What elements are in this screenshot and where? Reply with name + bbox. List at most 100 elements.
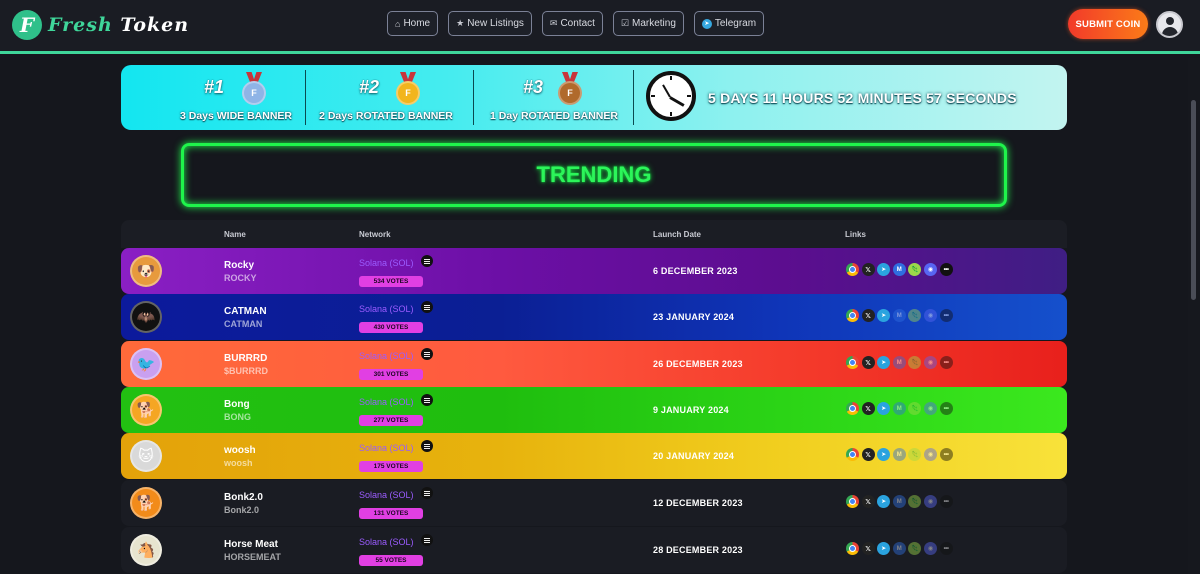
- coin-logo-glyph: 🐱: [138, 448, 154, 465]
- dexscreener-icon[interactable]: 🦎: [908, 542, 922, 555]
- x-twitter-icon[interactable]: 𝕏: [861, 448, 875, 461]
- logo-word-1: Fresh: [48, 14, 113, 36]
- nav-home-button[interactable]: ⌂ Home: [387, 11, 439, 36]
- table-row[interactable]: 🐴 Horse Meat HORSEMEAT Solana (SOL) 55 V…: [121, 527, 1067, 573]
- coin-network: Solana (SOL): [359, 443, 414, 453]
- coin-logo-glyph: 🦇: [136, 309, 156, 326]
- main-nav: ⌂ Home ★ New Listings ✉ Contact ☑ Market…: [387, 11, 765, 36]
- scrollbar-thumb[interactable]: [1191, 100, 1196, 300]
- dexscreener-icon[interactable]: 🦎: [908, 309, 922, 322]
- discord-icon[interactable]: ◉: [923, 309, 937, 322]
- coin-symbol: Bonk2.0: [224, 505, 260, 515]
- website-icon[interactable]: [846, 542, 859, 555]
- discord-icon[interactable]: ◉: [923, 542, 937, 555]
- submit-coin-button[interactable]: SUBMIT COIN: [1068, 9, 1148, 39]
- x-twitter-icon[interactable]: 𝕏: [861, 542, 875, 555]
- solana-icon: [421, 255, 433, 267]
- x-twitter-icon[interactable]: 𝕏: [861, 309, 875, 322]
- vote-count-button[interactable]: 301 VOTES: [359, 369, 423, 380]
- more-icon[interactable]: •••: [939, 263, 953, 276]
- nav-telegram-button[interactable]: ➤ Telegram: [693, 11, 765, 36]
- dexscreener-icon[interactable]: 🦎: [908, 356, 922, 369]
- more-icon[interactable]: •••: [939, 356, 953, 369]
- nav-telegram-label: Telegram: [714, 18, 757, 29]
- dexscreener-icon[interactable]: 🦎: [908, 402, 922, 415]
- more-icon[interactable]: •••: [939, 542, 953, 555]
- coinmarketcap-icon[interactable]: M: [892, 495, 906, 508]
- vote-count-button[interactable]: 55 VOTES: [359, 555, 423, 566]
- vote-count-button[interactable]: 534 VOTES: [359, 276, 423, 287]
- telegram-icon[interactable]: ➤: [877, 263, 891, 276]
- telegram-icon[interactable]: ➤: [877, 356, 891, 369]
- launch-date: 20 JANUARY 2024: [653, 451, 735, 461]
- website-icon[interactable]: [846, 263, 859, 276]
- site-logo[interactable]: F Fresh Token: [12, 10, 189, 40]
- vote-count-button[interactable]: 131 VOTES: [359, 508, 423, 519]
- coin-name: CATMAN: [224, 306, 267, 317]
- website-icon[interactable]: [846, 356, 859, 369]
- table-row[interactable]: 🐱 woosh woosh Solana (SOL) 175 VOTES 20 …: [121, 433, 1067, 479]
- nav-new-listings-label: New Listings: [467, 18, 524, 29]
- discord-icon[interactable]: ◉: [923, 402, 937, 415]
- discord-icon[interactable]: ◉: [923, 448, 937, 461]
- promo-slot-3[interactable]: #3 F 1 Day ROTATED BANNER: [479, 65, 629, 130]
- table-row[interactable]: 🐕 Bonk2.0 Bonk2.0 Solana (SOL) 131 VOTES…: [121, 480, 1067, 526]
- more-icon[interactable]: •••: [939, 309, 953, 322]
- slot-divider: [473, 70, 474, 125]
- coin-links: 𝕏 ➤ M 🦎 ◉ •••: [846, 542, 953, 555]
- dexscreener-icon[interactable]: 🦎: [908, 448, 922, 461]
- coin-network: Solana (SOL): [359, 258, 414, 268]
- website-icon[interactable]: [846, 309, 859, 322]
- table-row[interactable]: 🐕 Bong BONG Solana (SOL) 277 VOTES 9 JAN…: [121, 387, 1067, 433]
- promo-banner[interactable]: #1 F 3 Days WIDE BANNER #2 F 2 Days ROTA…: [121, 65, 1067, 130]
- coinmarketcap-icon[interactable]: M: [892, 448, 906, 461]
- telegram-icon[interactable]: ➤: [877, 309, 891, 322]
- discord-icon[interactable]: ◉: [923, 263, 937, 276]
- table-row[interactable]: 🐶 Rocky ROCKY Solana (SOL) 534 VOTES 6 D…: [121, 248, 1067, 294]
- promo-slot-1[interactable]: #1 F 3 Days WIDE BANNER: [161, 65, 311, 130]
- telegram-icon[interactable]: ➤: [877, 402, 891, 415]
- x-twitter-icon[interactable]: 𝕏: [861, 356, 875, 369]
- solana-icon: [421, 534, 433, 546]
- discord-icon[interactable]: ◉: [923, 495, 937, 508]
- promo-slot-2[interactable]: #2 F 2 Days ROTATED BANNER: [311, 65, 461, 130]
- x-twitter-icon[interactable]: 𝕏: [861, 495, 875, 508]
- discord-icon[interactable]: ◉: [923, 356, 937, 369]
- coin-symbol: ROCKY: [224, 273, 257, 283]
- coinmarketcap-icon[interactable]: M: [892, 309, 906, 322]
- vote-count-button[interactable]: 175 VOTES: [359, 461, 423, 472]
- more-icon[interactable]: •••: [939, 402, 953, 415]
- nav-new-listings-button[interactable]: ★ New Listings: [448, 11, 532, 36]
- coin-links: 𝕏 ➤ M 🦎 ◉ •••: [846, 263, 953, 276]
- user-avatar-icon[interactable]: [1156, 11, 1183, 38]
- website-icon[interactable]: [846, 402, 859, 415]
- coin-symbol: $BURRRD: [224, 366, 269, 376]
- nav-contact-button[interactable]: ✉ Contact: [541, 11, 603, 36]
- table-row[interactable]: 🐦 BURRRD $BURRRD Solana (SOL) 301 VOTES …: [121, 341, 1067, 387]
- coin-links: 𝕏 ➤ M 🦎 ◉ •••: [846, 402, 953, 415]
- coinmarketcap-icon[interactable]: M: [892, 542, 906, 555]
- telegram-icon[interactable]: ➤: [877, 448, 891, 461]
- table-row[interactable]: 🦇 CATMAN CATMAN Solana (SOL) 430 VOTES 2…: [121, 294, 1067, 340]
- coinmarketcap-icon[interactable]: M: [892, 263, 906, 276]
- telegram-icon[interactable]: ➤: [877, 542, 891, 555]
- telegram-icon[interactable]: ➤: [877, 495, 891, 508]
- more-icon[interactable]: •••: [939, 448, 953, 461]
- coinmarketcap-icon[interactable]: M: [892, 402, 906, 415]
- more-icon[interactable]: •••: [939, 495, 953, 508]
- x-twitter-icon[interactable]: 𝕏: [861, 402, 875, 415]
- top-header: F Fresh Token ⌂ Home ★ New Listings ✉ Co…: [0, 0, 1200, 54]
- website-icon[interactable]: [846, 448, 859, 461]
- x-twitter-icon[interactable]: 𝕏: [861, 263, 875, 276]
- website-icon[interactable]: [846, 495, 859, 508]
- dexscreener-icon[interactable]: 🦎: [908, 495, 922, 508]
- slot-description: 2 Days ROTATED BANNER: [319, 110, 453, 122]
- vote-count-button[interactable]: 277 VOTES: [359, 415, 423, 426]
- dexscreener-icon[interactable]: 🦎: [908, 263, 922, 276]
- vote-count-button[interactable]: 430 VOTES: [359, 322, 423, 333]
- slot-divider: [305, 70, 306, 125]
- coinmarketcap-icon[interactable]: M: [892, 356, 906, 369]
- trending-title: TRENDING: [536, 162, 652, 187]
- nav-marketing-button[interactable]: ☑ Marketing: [612, 11, 684, 36]
- coin-symbol: woosh: [224, 458, 253, 468]
